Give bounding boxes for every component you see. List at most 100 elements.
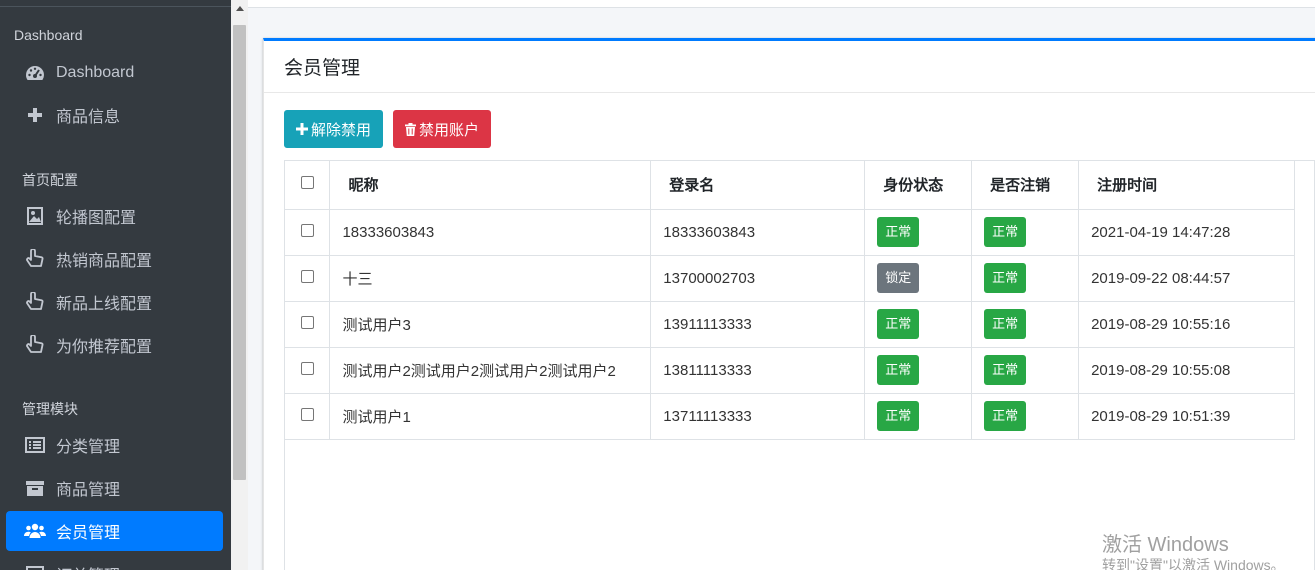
row-checkbox[interactable] [300,269,314,283]
unban-button-label: 解除禁用 [311,121,372,139]
cell-register-time: 2019-09-22 08:44:57 [1078,255,1295,302]
hand-pointer-icon [24,291,46,313]
column-header-register-time[interactable]: 注册时间 [1078,161,1295,210]
sidebar-item-product-info[interactable]: 商品信息 [6,95,223,135]
status-badge: 正常 [877,217,920,247]
cell-nickname: 测试用户3 [329,301,652,348]
member-management-card: 会员管理 解除禁用 禁用账户 昵称 登录名 身份状态 是否注销 注册时间 183… [263,38,1315,570]
sidebar-item-label: 轮播图配置 [56,210,137,227]
plus-icon [296,123,308,135]
column-header-login[interactable]: 登录名 [650,161,866,210]
hand-pointer-icon [24,248,46,270]
sidebar-item-label: 新品上线配置 [56,296,153,313]
hand-pointer-icon [24,334,46,356]
scroll-up-arrow-icon[interactable] [231,0,248,17]
table-row[interactable]: 测试用户1 13711113333 正常 正常 2019-08-29 10:51… [285,393,1295,440]
deleted-badge: 正常 [984,263,1027,293]
sidebar-item-members[interactable]: 会员管理 [6,511,223,551]
status-badge: 锁定 [877,263,920,293]
deleted-badge: 正常 [984,217,1027,247]
cell-status: 正常 [864,393,973,440]
ban-account-button-label: 禁用账户 [419,121,480,139]
cell-deleted: 正常 [971,255,1080,302]
sidebar-top-divider [0,0,231,7]
status-badge: 正常 [877,401,920,431]
table-row[interactable]: 18333603843 18333603843 正常 正常 2021-04-19… [285,209,1295,256]
sidebar-item-carousel-config[interactable]: 轮播图配置 [6,196,223,236]
sidebar-item-new-config[interactable]: 新品上线配置 [6,282,223,322]
sidebar-item-hot-config[interactable]: 热销商品配置 [6,239,223,279]
column-header-deleted[interactable]: 是否注销 [971,161,1080,210]
cell-nickname: 测试用户1 [329,393,652,440]
sidebar-item-label: 会员管理 [56,525,121,542]
deleted-badge: 正常 [984,309,1027,339]
plus-icon [24,104,46,126]
status-badge: 正常 [877,355,920,385]
sidebar-section-title: Dashboard [14,27,83,43]
member-table: 昵称 登录名 身份状态 是否注销 注册时间 18333603843 183336… [285,161,1295,440]
cell-nickname: 十三 [329,255,652,302]
sidebar-item-dashboard[interactable]: Dashboard [6,53,223,93]
cell-nickname: 测试用户2测试用户2测试用户2测试用户2 [329,347,652,394]
cell-register-time: 2021-04-19 14:47:28 [1078,209,1295,256]
sidebar-item-orders[interactable]: 订单管理 [6,554,223,570]
cell-login: 13911113333 [650,301,866,348]
scrollbar-thumb[interactable] [233,25,246,480]
cell-deleted: 正常 [971,301,1080,348]
sidebar-scrollbar[interactable] [231,0,248,570]
top-navbar [248,0,1315,8]
cell-login: 13711113333 [650,393,866,440]
select-all-checkbox[interactable] [300,176,314,190]
sidebar-section-title: 管理模块 [22,401,78,417]
sidebar-item-label: Dashboard [56,64,135,81]
status-badge: 正常 [877,309,920,339]
cell-status: 锁定 [864,255,973,302]
cell-status: 正常 [864,209,973,256]
row-checkbox[interactable] [300,223,314,237]
list-icon [24,434,46,456]
row-checkbox[interactable] [300,315,314,329]
cell-login: 13700002703 [650,255,866,302]
row-select-cell [285,209,331,256]
member-table-container: 昵称 登录名 身份状态 是否注销 注册时间 18333603843 183336… [284,160,1315,570]
table-row[interactable]: 测试用户3 13911113333 正常 正常 2019-08-29 10:55… [285,301,1295,348]
sidebar-item-recommend-config[interactable]: 为你推荐配置 [6,325,223,365]
cell-status: 正常 [864,347,973,394]
column-header-status[interactable]: 身份状态 [864,161,973,210]
table-row[interactable]: 测试用户2测试用户2测试用户2测试用户2 13811113333 正常 正常 2… [285,347,1295,394]
row-checkbox[interactable] [300,407,314,421]
row-select-cell [285,393,331,440]
sidebar-item-label: 订单管理 [56,562,120,570]
deleted-badge: 正常 [984,401,1027,431]
sidebar: Dashboard Dashboard 商品信息 首页配置 轮播图配置 热销商品… [0,0,231,570]
cell-deleted: 正常 [971,347,1080,394]
order-icon [24,563,46,570]
windows-activation-hint: 转到"设置"以激活 Windows。 [1102,557,1285,570]
sidebar-item-label: 商品信息 [56,109,121,126]
select-all-cell [285,161,331,210]
cell-register-time: 2019-08-29 10:55:16 [1078,301,1295,348]
cell-login: 18333603843 [650,209,866,256]
sidebar-item-label: 商品管理 [56,482,121,499]
tachometer-icon [24,62,46,84]
unban-button[interactable]: 解除禁用 [284,110,384,148]
table-row[interactable]: 十三 13700002703 锁定 正常 2019-09-22 08:44:57 [285,255,1295,302]
row-select-cell [285,301,331,348]
sidebar-item-label: 热销商品配置 [56,253,153,270]
row-select-cell [285,255,331,302]
sidebar-item-category[interactable]: 分类管理 [6,425,223,465]
sidebar-item-label: 为你推荐配置 [56,339,153,356]
sidebar-item-label: 分类管理 [56,439,121,456]
row-select-cell [285,347,331,394]
card-title: 会员管理 [264,41,1315,93]
image-icon [24,205,46,227]
column-header-nickname[interactable]: 昵称 [329,161,652,210]
row-checkbox[interactable] [300,361,314,375]
sidebar-section-title: 首页配置 [22,172,78,188]
cell-register-time: 2019-08-29 10:55:08 [1078,347,1295,394]
table-header-row: 昵称 登录名 身份状态 是否注销 注册时间 [285,161,1295,210]
cell-status: 正常 [864,301,973,348]
cell-register-time: 2019-08-29 10:51:39 [1078,393,1295,440]
ban-account-button[interactable]: 禁用账户 [393,110,492,148]
sidebar-item-goods[interactable]: 商品管理 [6,468,223,508]
